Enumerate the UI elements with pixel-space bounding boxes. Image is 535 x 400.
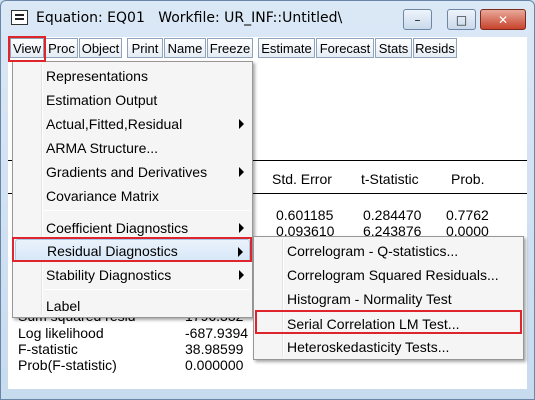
table-cell: 0.601185: [276, 207, 334, 223]
menu-item-gradients-derivatives[interactable]: Gradients and Derivatives: [15, 160, 250, 183]
menu-item-label: Correlogram Squared Residuals...: [287, 266, 499, 283]
menu-item-label: Representations: [46, 67, 148, 84]
menu-item-coefficient-diagnostics[interactable]: Coefficient Diagnostics: [15, 216, 250, 239]
window-title: Equation: EQ01 Workfile: UR_INF::Untitle…: [36, 10, 343, 26]
menu-item-representations[interactable]: Representations: [15, 64, 250, 87]
menu-item-label-view[interactable]: Label: [15, 294, 250, 317]
stats-button[interactable]: Stats: [375, 38, 412, 58]
submenu-arrow-icon: [239, 270, 244, 280]
menu-item-label: Covariance Matrix: [46, 187, 159, 204]
menu-item-actual-fitted-residual[interactable]: Actual,Fitted,Residual: [15, 112, 250, 135]
view-menu: Representations Estimation Output Actual…: [12, 61, 253, 318]
menu-item-arma-structure[interactable]: ARMA Structure...: [15, 136, 250, 159]
name-button[interactable]: Name: [164, 38, 206, 58]
freeze-button[interactable]: Freeze: [207, 38, 253, 58]
menu-item-stability-diagnostics[interactable]: Stability Diagnostics: [15, 263, 250, 286]
menu-item-label: Correlogram - Q-statistics...: [287, 242, 459, 259]
menu-item-estimation-output[interactable]: Estimation Output: [15, 88, 250, 111]
menu-separator: [44, 289, 250, 290]
menu-item-label: Coefficient Diagnostics: [46, 219, 189, 236]
stat-label: Log likelihood: [18, 325, 104, 341]
toolbar: View Proc Object Print Name Freeze Estim…: [8, 37, 527, 59]
submenu-arrow-icon: [239, 167, 244, 177]
close-button[interactable]: ✕: [480, 9, 526, 30]
stat-value: -687.9394: [185, 325, 249, 341]
menu-item-covariance-matrix[interactable]: Covariance Matrix: [15, 184, 250, 207]
window-menu-icon[interactable]: [11, 10, 28, 25]
submenu-arrow-icon: [239, 223, 244, 233]
stat-label: F-statistic: [18, 341, 78, 357]
menu-item-heteroskedasticity[interactable]: Heteroskedasticity Tests...: [256, 335, 521, 358]
table-cell: 0.284470: [363, 207, 422, 223]
resids-button[interactable]: Resids: [413, 38, 457, 58]
maximize-button[interactable]: □: [447, 9, 476, 30]
equation-window: Equation: EQ01 Workfile: UR_INF::Untitle…: [0, 0, 535, 400]
menu-item-correlogram-squared[interactable]: Correlogram Squared Residuals...: [256, 263, 521, 286]
menu-item-correlogram-q[interactable]: Correlogram - Q-statistics...: [256, 239, 521, 262]
menu-item-label: Heteroskedasticity Tests...: [287, 338, 450, 355]
minimize-button[interactable]: –: [403, 9, 432, 30]
header-t-statistic: t-Statistic: [361, 171, 419, 187]
menu-item-label: Estimation Output: [46, 91, 158, 108]
menu-item-label: Stability Diagnostics: [46, 266, 172, 283]
stat-label: Prob(F-statistic): [18, 357, 117, 373]
estimate-button[interactable]: Estimate: [258, 38, 315, 58]
forecast-button[interactable]: Forecast: [316, 38, 374, 58]
stat-value: 0.000000: [185, 357, 244, 373]
proc-button[interactable]: Proc: [45, 38, 78, 58]
table-cell: 0.7762: [446, 207, 489, 223]
highlight-view-button: [8, 36, 46, 62]
object-button[interactable]: Object: [79, 38, 122, 58]
header-std-error: Std. Error: [272, 171, 332, 187]
print-button[interactable]: Print: [127, 38, 163, 58]
menu-item-label: Gradients and Derivatives: [46, 163, 208, 180]
highlight-serial-correlation: [255, 310, 522, 334]
menu-item-histogram-normality[interactable]: Histogram - Normality Test: [256, 287, 521, 310]
highlight-residual-diagnostics: [12, 237, 252, 262]
residual-diagnostics-submenu: Correlogram - Q-statistics... Correlogra…: [253, 236, 524, 360]
menu-separator: [44, 210, 250, 211]
menu-item-label: Actual,Fitted,Residual: [46, 115, 183, 132]
menu-item-label: Label: [46, 297, 81, 314]
submenu-arrow-icon: [239, 119, 244, 129]
menu-item-label: ARMA Structure...: [46, 139, 159, 156]
header-prob: Prob.: [451, 171, 485, 187]
stat-value: 38.98599: [185, 341, 244, 357]
menu-item-label: Histogram - Normality Test: [287, 290, 452, 307]
